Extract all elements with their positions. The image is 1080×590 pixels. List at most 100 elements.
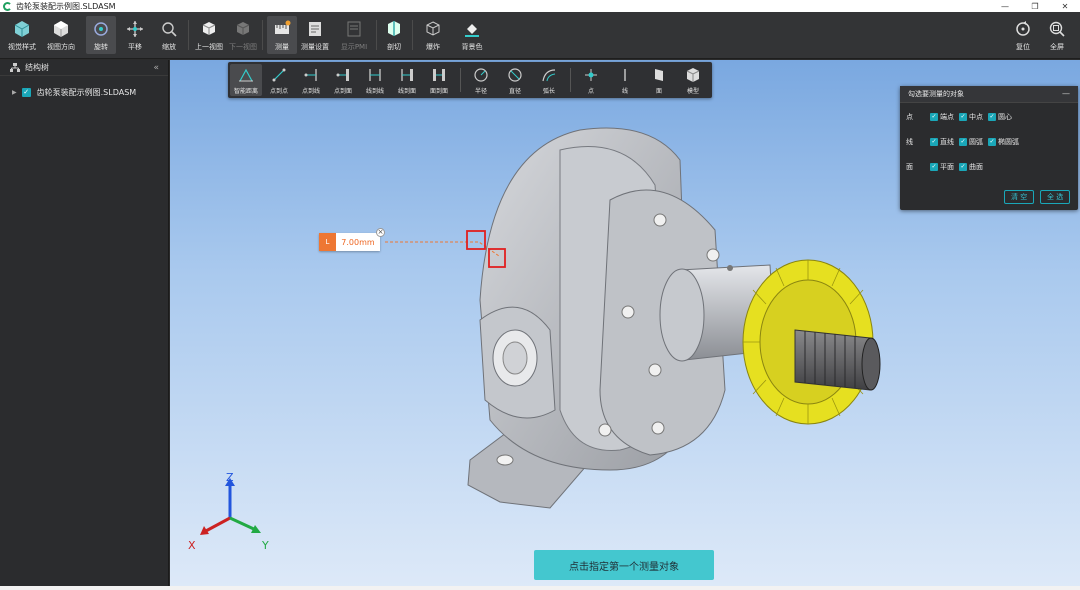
3d-viewport[interactable]: 智能距离 点到点 点到线 点到面 线到线 线到面 面到面 半径 直径 弧长 点 … <box>170 60 1080 587</box>
measurement-value: 7.00mm <box>336 233 380 251</box>
view-direction-button[interactable]: 视图方向 <box>43 16 79 54</box>
select-all-button[interactable]: 全 选 <box>1040 190 1071 204</box>
explode-button[interactable]: 爆炸 <box>418 16 448 54</box>
measure-button[interactable]: 测量 <box>267 16 297 54</box>
filter-option-midpoint[interactable]: ✓ 中点 <box>959 112 983 122</box>
reset-button[interactable]: 复位 <box>1008 16 1038 54</box>
filter-panel-title: 勾选要测量的对象 <box>908 90 964 98</box>
app-logo-icon <box>3 1 12 11</box>
minimize-icon[interactable]: — <box>990 0 1020 12</box>
measure-hint-banner: 点击指定第一个测量对象 <box>534 550 714 580</box>
option-label: 直线 <box>940 138 954 146</box>
filter-option-plane[interactable]: ✓ 平面 <box>930 162 954 172</box>
structure-tree-panel: 结构树 « ▶ ✓ 齿轮泵装配示例图.SLDASM <box>0 60 169 590</box>
option-checkbox[interactable]: ✓ <box>959 138 967 146</box>
structure-tree-title: 结构树 <box>25 63 49 72</box>
visual-style-button[interactable]: 视觉样式 <box>4 16 40 54</box>
visual-style-label: 视觉样式 <box>8 43 36 51</box>
tree-item-assembly[interactable]: ▶ ✓ 齿轮泵装配示例图.SLDASM <box>0 84 168 100</box>
minimize-panel-button[interactable]: — <box>1062 89 1070 98</box>
toolbar-divider <box>188 20 189 50</box>
rotate-button[interactable]: 旋转 <box>86 16 116 54</box>
title-bar: 齿轮泵装配示例图.SLDASM — ❐ ✕ <box>0 0 1080 12</box>
pan-button[interactable]: 平移 <box>120 16 150 54</box>
section-icon <box>384 19 404 39</box>
option-label: 端点 <box>940 113 954 121</box>
next-view-label: 下一视图 <box>229 43 257 51</box>
main-toolbar: 视觉样式 视图方向 旋转 平移 缩放 上一视图 下一视图 测量 测量设置 显示P… <box>0 12 1080 59</box>
bg-color-button[interactable]: 背景色 <box>456 16 488 54</box>
show-pmi-button[interactable]: 显示PMI <box>337 16 371 54</box>
option-checkbox[interactable]: ✓ <box>930 113 938 121</box>
window-title: 齿轮泵装配示例图.SLDASM <box>16 1 116 11</box>
filter-panel-header: 勾选要测量的对象 <box>900 86 1078 103</box>
measure-filter-panel: 勾选要测量的对象 — 点 ✓ 端点 ✓ 中点 ✓ 圆心 线 ✓ 直线 ✓ 圆弧 ✓ 椭圆弧 … <box>900 86 1078 210</box>
filter-option-straight[interactable]: ✓ 直线 <box>930 137 954 147</box>
filter-row-line: 线 ✓ 直线 ✓ 圆弧 ✓ 椭圆弧 <box>906 136 1024 148</box>
filter-row-face: 面 ✓ 平面 ✓ 曲面 <box>906 161 988 173</box>
option-label: 平面 <box>940 163 954 171</box>
filter-category: 面 <box>906 163 913 171</box>
structure-tree-header: 结构树 « <box>0 60 168 76</box>
pan-label: 平移 <box>128 43 142 51</box>
restore-icon[interactable]: ❐ <box>1020 0 1050 12</box>
filter-category: 线 <box>906 138 913 146</box>
selection-marker-2 <box>488 248 506 268</box>
option-checkbox[interactable]: ✓ <box>930 138 938 146</box>
collapse-sidebar-button[interactable]: « <box>153 63 159 73</box>
next-view-button[interactable]: 下一视图 <box>228 16 258 54</box>
prev-view-button[interactable]: 上一视图 <box>192 16 226 54</box>
y-axis-label: Y <box>261 539 269 552</box>
next-view-icon <box>233 19 253 39</box>
status-strip <box>0 586 1080 590</box>
prev-view-label: 上一视图 <box>195 43 223 51</box>
option-label: 椭圆弧 <box>998 138 1019 146</box>
option-checkbox[interactable]: ✓ <box>959 163 967 171</box>
measure-settings-button[interactable]: 测量设置 <box>300 16 330 54</box>
expand-arrow-icon[interactable]: ▶ <box>12 89 17 96</box>
section-label: 剖切 <box>387 43 401 51</box>
fullscreen-label: 全屏 <box>1050 43 1064 51</box>
filter-option-surface[interactable]: ✓ 曲面 <box>959 162 983 172</box>
toolbar-divider <box>262 20 263 50</box>
zoom-button[interactable]: 缩放 <box>154 16 184 54</box>
bg-color-label: 背景色 <box>461 43 483 51</box>
x-axis-label: X <box>188 539 196 552</box>
filter-option-arc[interactable]: ✓ 圆弧 <box>959 137 983 147</box>
option-label: 圆心 <box>998 113 1012 121</box>
measure-icon <box>272 19 292 39</box>
filter-option-center[interactable]: ✓ 圆心 <box>988 112 1012 122</box>
fullscreen-button[interactable]: 全屏 <box>1042 16 1072 54</box>
tree-item-checkbox[interactable]: ✓ <box>21 87 31 97</box>
toolbar-divider <box>376 20 377 50</box>
clear-button[interactable]: 清 空 <box>1004 190 1035 204</box>
toolbar-divider <box>412 20 413 50</box>
measurement-label[interactable]: L 7.00mm <box>319 233 380 251</box>
measurement-close-icon[interactable]: × <box>376 228 385 237</box>
option-checkbox[interactable]: ✓ <box>930 163 938 171</box>
selection-marker-1 <box>466 230 486 250</box>
show-pmi-label: 显示PMI <box>340 43 368 51</box>
window-controls: — ❐ ✕ <box>990 0 1080 12</box>
option-checkbox[interactable]: ✓ <box>959 113 967 121</box>
option-checkbox[interactable]: ✓ <box>988 138 996 146</box>
cube-style-icon <box>12 19 32 39</box>
option-checkbox[interactable]: ✓ <box>988 113 996 121</box>
view-cube-icon <box>51 19 71 39</box>
reset-icon <box>1013 19 1033 39</box>
section-button[interactable]: 剖切 <box>380 16 408 54</box>
tree-icon <box>10 63 20 72</box>
measure-label: 测量 <box>275 43 289 51</box>
measurement-tag: L <box>319 233 336 251</box>
axis-triad: Z X Y <box>188 472 269 552</box>
filter-option-endpoint[interactable]: ✓ 端点 <box>930 112 954 122</box>
pmi-icon <box>344 19 364 39</box>
reset-label: 复位 <box>1016 43 1030 51</box>
filter-option-elliptic-arc[interactable]: ✓ 椭圆弧 <box>988 137 1019 147</box>
rotate-label: 旋转 <box>94 43 108 51</box>
close-icon[interactable]: ✕ <box>1050 0 1080 12</box>
measure-settings-label: 测量设置 <box>301 43 329 51</box>
tree-item-label: 齿轮泵装配示例图.SLDASM <box>36 87 137 97</box>
bg-color-icon <box>462 19 482 39</box>
option-label: 曲面 <box>969 163 983 171</box>
